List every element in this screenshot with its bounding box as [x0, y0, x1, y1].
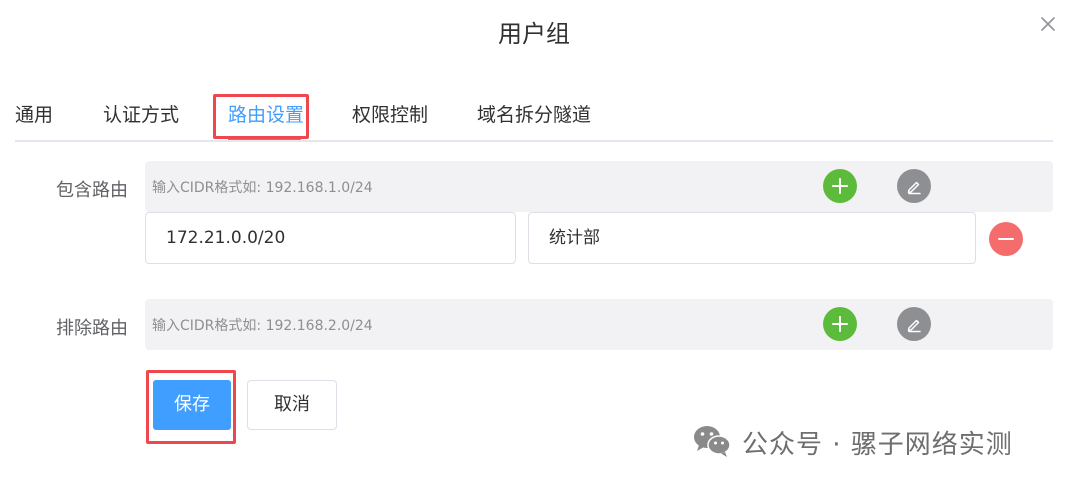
- tab-bar: 通用 认证方式 路由设置 权限控制 域名拆分隧道: [15, 90, 1053, 142]
- pencil-icon: [907, 181, 921, 195]
- minus-icon: [998, 238, 1014, 240]
- include-route-placeholder[interactable]: 输入CIDR格式如: 192.168.1.0/24: [152, 177, 373, 197]
- dialog-title: 用户组: [498, 20, 570, 48]
- wechat-icon: [694, 426, 731, 457]
- plus-icon: [832, 316, 848, 332]
- include-route-edit-button[interactable]: [897, 169, 931, 203]
- close-icon[interactable]: [1036, 12, 1060, 36]
- include-routes-label: 包含路由: [56, 180, 128, 201]
- include-route-cidr-input[interactable]: 172.21.0.0/20: [145, 212, 516, 264]
- exclude-route-placeholder[interactable]: 输入CIDR格式如: 192.168.2.0/24: [152, 315, 373, 335]
- exclude-routes-label: 排除路由: [56, 318, 128, 339]
- include-route-remove-button[interactable]: [989, 222, 1023, 256]
- active-tab-indicator: [228, 138, 301, 140]
- watermark-text: 公众号 · 骡子网络实测: [742, 430, 1013, 460]
- pencil-icon: [907, 319, 921, 333]
- plus-icon: [832, 178, 848, 194]
- save-button[interactable]: 保存: [153, 380, 231, 430]
- include-route-add-button[interactable]: [823, 169, 857, 203]
- tab-auth-method[interactable]: 认证方式: [103, 100, 179, 127]
- include-route-remark-input[interactable]: 统计部: [528, 212, 976, 264]
- cancel-button[interactable]: 取消: [247, 380, 337, 430]
- exclude-route-add-button[interactable]: [823, 307, 857, 341]
- tab-permission-control[interactable]: 权限控制: [352, 100, 428, 127]
- tab-route-settings[interactable]: 路由设置: [228, 100, 304, 127]
- watermark: 公众号 · 骡子网络实测: [692, 422, 1052, 462]
- exclude-route-edit-button[interactable]: [897, 307, 931, 341]
- tab-domain-split-tunnel[interactable]: 域名拆分隧道: [477, 100, 591, 127]
- tab-general[interactable]: 通用: [15, 100, 53, 127]
